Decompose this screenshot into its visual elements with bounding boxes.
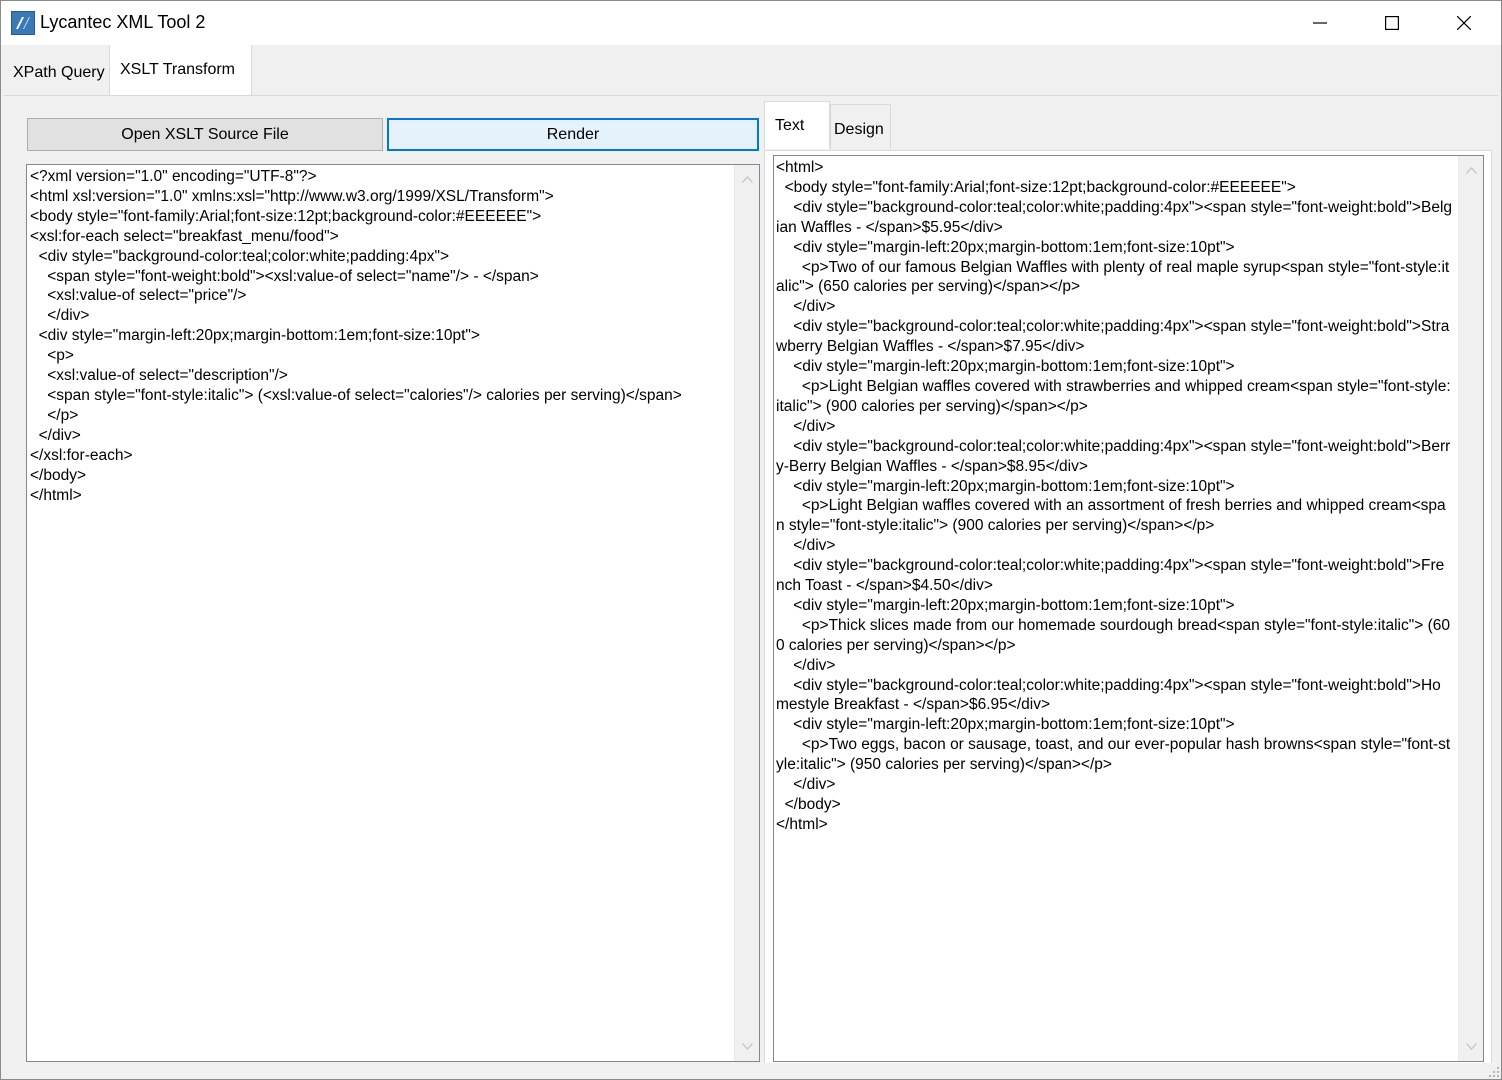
output-text-line: </div> — [776, 417, 836, 435]
close-button[interactable] — [1428, 1, 1500, 45]
xslt-source-line: </body> — [30, 466, 87, 484]
minimize-button[interactable] — [1284, 1, 1356, 45]
xslt-source-line: </div> — [30, 426, 81, 444]
xslt-source-line: </xsl:for-each> — [30, 446, 133, 464]
xslt-source-line: </p> — [30, 406, 79, 424]
title-bar[interactable]: Lycantec XML Tool 2 — [1, 1, 1501, 45]
xslt-source-line: </div> — [30, 307, 90, 325]
output-text-line: </div> — [776, 298, 836, 316]
xslt-source-scrollbar[interactable] — [734, 165, 759, 1061]
tab-xpath-query[interactable]: XPath Query — [3, 45, 109, 95]
xslt-source-line: <xsl:value-of select="description"/> — [30, 367, 288, 385]
render-button[interactable]: Render — [387, 118, 759, 151]
xslt-source-line: <div style="margin-left:20px;margin-bott… — [30, 327, 480, 345]
xslt-source-editor[interactable]: <?xml version="1.0" encoding="UTF-8"?> <h… — [26, 164, 760, 1062]
output-text-line: <div style="margin-left:20px;margin-bott… — [776, 716, 1235, 734]
main-tab-strip: XPath Query XSLT Transform — [1, 45, 1501, 95]
tab-design[interactable]: Design — [830, 104, 891, 149]
output-text-line: <p>Two eggs, bacon or sausage, toast, an… — [776, 736, 1451, 774]
xslt-source-line: <span style="font-weight:bold"><xsl:valu… — [30, 267, 539, 285]
output-text-line: <div style="background-color:teal;color:… — [776, 437, 1451, 475]
output-text-line: </div> — [776, 776, 836, 794]
output-text-line: </html> — [776, 815, 828, 833]
close-icon — [1457, 16, 1471, 30]
maximize-icon — [1385, 16, 1399, 30]
scroll-down-icon[interactable] — [1466, 1043, 1477, 1050]
resize-grip-icon[interactable] — [1489, 1067, 1499, 1077]
xslt-source-line: <xsl:for-each select="breakfast_menu/foo… — [30, 227, 339, 245]
minimize-icon — [1313, 22, 1327, 24]
open-xslt-source-button[interactable]: Open XSLT Source File — [27, 118, 383, 151]
xslt-source-line: <xsl:value-of select="price"/> — [30, 287, 247, 305]
output-text-line: <div style="margin-left:20px;margin-bott… — [776, 238, 1235, 256]
xslt-source-line: <div style="background-color:teal;color:… — [30, 247, 449, 265]
output-text-line: </div> — [776, 656, 836, 674]
output-text-line: <p>Light Belgian waffles covered with an… — [776, 497, 1446, 535]
output-text-line: <div style="background-color:teal;color:… — [776, 318, 1450, 356]
tab-label: Design — [834, 121, 884, 138]
output-text-line: <html> — [776, 159, 824, 176]
tab-label: Text — [775, 117, 805, 134]
xslt-source-line: <html xsl:version="1.0" xmlns:xsl="http:… — [30, 187, 554, 205]
output-text-line: <div style="margin-left:20px;margin-bott… — [776, 477, 1235, 495]
xslt-source-line: <body style="font-family:Arial;font-size… — [30, 207, 542, 225]
output-text-line: </div> — [776, 537, 836, 555]
output-text-line: <div style="background-color:teal;color:… — [776, 198, 1453, 236]
xslt-source-line: <span style="font-style:italic"> (<xsl:v… — [30, 386, 682, 404]
output-text-line: <div style="margin-left:20px;margin-bott… — [776, 596, 1235, 614]
output-text-editor[interactable]: <html> <body style="font-family:Arial;fo… — [773, 155, 1484, 1062]
scroll-up-icon[interactable] — [742, 176, 753, 183]
xslt-source-line: </html> — [30, 486, 82, 504]
output-text-line: <p>Thick slices made from our homemade s… — [776, 616, 1450, 654]
maximize-button[interactable] — [1356, 1, 1428, 45]
status-bar — [1, 1063, 1501, 1079]
output-text-line: <div style="margin-left:20px;margin-bott… — [776, 358, 1235, 376]
output-text-line: <div style="background-color:teal;color:… — [776, 557, 1445, 595]
output-text-line: <body style="font-family:Arial;font-size… — [776, 178, 1296, 196]
scroll-up-icon[interactable] — [1466, 167, 1477, 174]
app-logo-icon — [11, 11, 35, 35]
output-text-line: </body> — [776, 796, 841, 813]
xslt-source-line: <?xml version="1.0" encoding="UTF-8"?> — [30, 168, 317, 185]
window-title: Lycantec XML Tool 2 — [40, 12, 206, 32]
app-window: Lycantec XML Tool 2 XPath Query XSLT Tra… — [0, 0, 1502, 1080]
xslt-source-line: <p> — [30, 347, 74, 365]
output-scrollbar[interactable] — [1458, 156, 1483, 1061]
tab-label: XPath Query — [13, 64, 105, 81]
tab-xslt-transform[interactable]: XSLT Transform — [109, 45, 252, 95]
xslt-source-text: <?xml version="1.0" encoding="UTF-8"?> <h… — [30, 167, 730, 505]
scroll-down-icon[interactable] — [742, 1043, 753, 1050]
output-text: <html> <body style="font-family:Arial;fo… — [776, 158, 1452, 835]
tab-label: XSLT Transform — [120, 61, 235, 78]
output-text-line: <p>Light Belgian waffles covered with st… — [776, 377, 1451, 415]
output-text-line: <div style="background-color:teal;color:… — [776, 676, 1441, 714]
output-text-line: <p>Two of our famous Belgian Waffles wit… — [776, 258, 1450, 296]
tab-text[interactable]: Text — [764, 101, 830, 149]
